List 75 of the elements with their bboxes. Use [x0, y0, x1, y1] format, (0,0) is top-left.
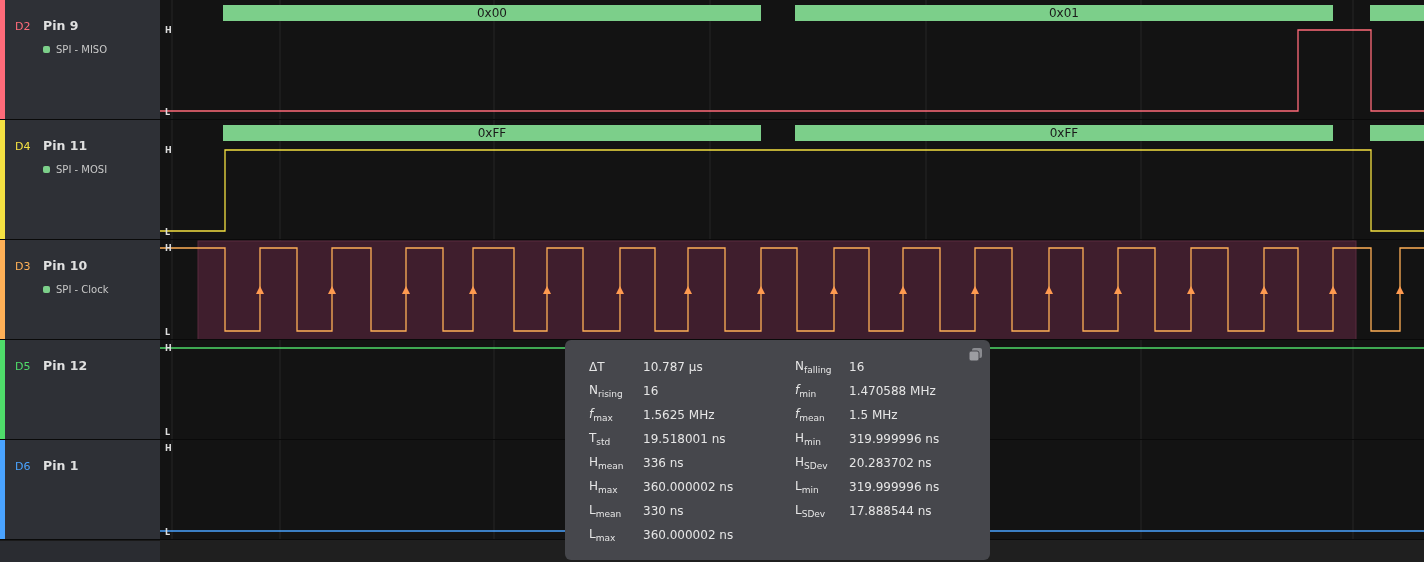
measurement-label: H$_{SDev}$: [795, 454, 829, 472]
measurement-value: 336 ns: [643, 456, 684, 470]
measurement-label: L$_{min}$: [795, 478, 820, 496]
channel-name: Pin 10: [43, 258, 88, 273]
rising-edge-icon: [1329, 286, 1337, 294]
low-level-label: L: [165, 528, 171, 537]
measurement-value: 1.470588 MHz: [849, 384, 936, 398]
measurement-label: N$_{rising}$: [589, 382, 624, 400]
measurement-label: f$_{max}$: [589, 406, 614, 424]
decoder-label: SPI - MOSI: [56, 164, 108, 175]
rising-edge-icon: [1396, 286, 1404, 294]
rising-edge-icon: [616, 286, 624, 294]
measurement-label: L$_{mean}$: [589, 502, 623, 520]
decoded-frame[interactable]: [1370, 125, 1424, 141]
measurement-label: H$_{mean}$: [589, 454, 625, 472]
measurement-value: 17.888544 ns: [849, 504, 932, 518]
measurement-label: ΔT: [589, 360, 606, 374]
low-level-label: L: [165, 108, 171, 117]
channel-name: Pin 1: [43, 458, 79, 473]
channel-name: Pin 12: [43, 358, 88, 373]
rising-edge-icon: [402, 286, 410, 294]
rising-edge-icon: [971, 286, 979, 294]
low-level-label: L: [165, 228, 171, 237]
decoder-label: SPI - MISO: [56, 44, 108, 55]
channel-id: D2: [15, 20, 29, 33]
low-level-label: L: [165, 428, 171, 437]
measurement-value: 330 ns: [643, 504, 684, 518]
measurement-label: H$_{min}$: [795, 430, 822, 448]
rising-edge-icon: [1045, 286, 1053, 294]
decoded-frame[interactable]: 0xFF: [795, 125, 1333, 141]
rising-edge-icon: [469, 286, 477, 294]
rising-edge-icon: [543, 286, 551, 294]
decoded-frame[interactable]: 0x01: [795, 5, 1333, 21]
channel-name: Pin 9: [43, 18, 79, 33]
measurement-value: 319.999996 ns: [849, 432, 940, 446]
low-level-label: L: [165, 328, 171, 337]
measurement-label: N$_{falling}$: [795, 358, 833, 376]
measurement-value: 319.999996 ns: [849, 480, 940, 494]
measurement-value: 20.283702 ns: [849, 456, 932, 470]
high-level-label: H: [165, 26, 172, 35]
channel-id: D4: [15, 140, 29, 153]
rising-edge-icon: [684, 286, 692, 294]
channel-id: D3: [15, 260, 29, 273]
measurement-label: L$_{SDev}$: [795, 502, 827, 520]
high-level-label: H: [165, 444, 172, 453]
rising-edge-icon: [256, 286, 264, 294]
measurement-label: T$_{std}$: [589, 430, 612, 448]
channel-name: Pin 11: [43, 138, 88, 153]
rising-edge-icon: [899, 286, 907, 294]
high-level-label: H: [165, 146, 172, 155]
measurement-value: 16: [643, 384, 659, 398]
decoder-label: SPI - Clock: [56, 284, 109, 295]
measurement-value: 360.000002 ns: [643, 528, 734, 542]
measurement-value: 1.5625 MHz: [643, 408, 715, 422]
measurement-label: f$_{mean}$: [795, 406, 826, 424]
rising-edge-icon: [830, 286, 838, 294]
rising-edge-icon: [1260, 286, 1268, 294]
measurement-value: 10.787 µs: [643, 360, 703, 374]
measurement-label: f$_{min}$: [795, 382, 818, 400]
rising-edge-icon: [757, 286, 765, 294]
decoded-frame[interactable]: 0x00: [223, 5, 761, 21]
measurement-value: 1.5 MHz: [849, 408, 898, 422]
measurement-value: 360.000002 ns: [643, 480, 734, 494]
measurement-value: 16: [849, 360, 865, 374]
measurement-label: H$_{max}$: [589, 478, 619, 496]
rising-edge-icon: [328, 286, 336, 294]
measurement-value: 19.518001 ns: [643, 432, 726, 446]
channel-id: D6: [15, 460, 29, 473]
measurement-label: L$_{max}$: [589, 526, 617, 544]
decoded-frame[interactable]: [1370, 5, 1424, 21]
decoded-frame[interactable]: 0xFF: [223, 125, 761, 141]
copy-icon[interactable]: [969, 348, 982, 361]
channel-id: D5: [15, 360, 29, 373]
rising-edge-icon: [1187, 286, 1195, 294]
rising-edge-icon: [1114, 286, 1122, 294]
